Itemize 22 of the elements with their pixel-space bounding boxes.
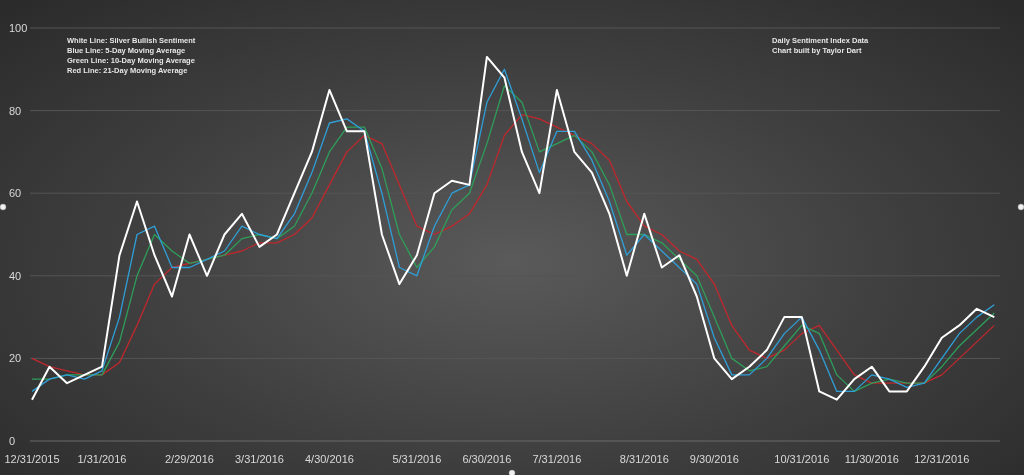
x-axis-label: 9/30/2016 bbox=[689, 453, 739, 465]
resize-handle[interactable] bbox=[508, 469, 516, 475]
y-axis-label: 40 bbox=[9, 269, 22, 282]
x-axis-label: 1/31/2016 bbox=[77, 453, 127, 465]
y-axis-label: 60 bbox=[9, 187, 22, 200]
y-axis-label: 20 bbox=[9, 352, 22, 365]
y-axis-label: 80 bbox=[9, 104, 22, 117]
x-axis-label: 10/31/2016 bbox=[774, 453, 830, 465]
x-axis-label: 4/30/2016 bbox=[304, 453, 354, 465]
x-axis-label: 12/31/2015 bbox=[4, 453, 60, 465]
x-axis-label: 7/31/2016 bbox=[532, 453, 582, 465]
x-axis-label: 12/31/2016 bbox=[914, 453, 970, 465]
x-axis-label: 11/30/2016 bbox=[844, 453, 899, 465]
x-axis-label: 2/29/2016 bbox=[165, 453, 214, 465]
x-axis-label: 8/31/2016 bbox=[619, 453, 669, 465]
x-axis-label: 6/30/2016 bbox=[462, 453, 512, 465]
x-axis-label: 3/31/2016 bbox=[234, 453, 284, 465]
x-axis-label: 5/31/2016 bbox=[392, 453, 442, 465]
resize-handle[interactable] bbox=[1017, 203, 1024, 211]
resize-handle[interactable] bbox=[0, 203, 7, 211]
y-axis-label: 0 bbox=[9, 435, 16, 447]
y-axis-label: 100 bbox=[9, 22, 28, 34]
